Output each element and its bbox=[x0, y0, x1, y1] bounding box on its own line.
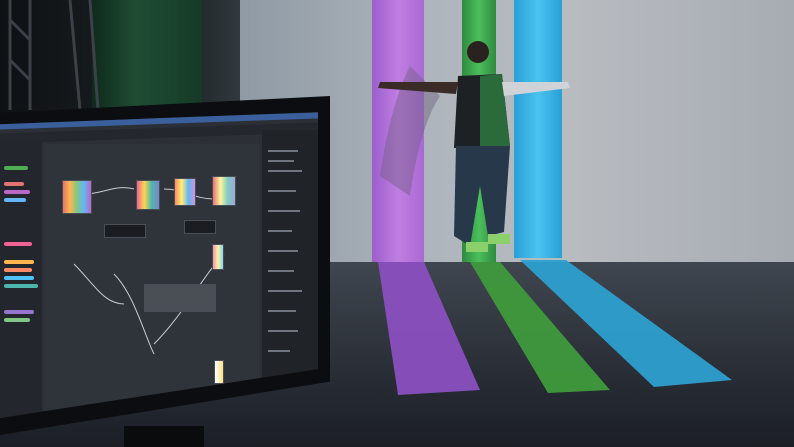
panel-row[interactable] bbox=[268, 270, 294, 272]
monitor bbox=[0, 96, 330, 447]
panel-row[interactable] bbox=[268, 290, 302, 292]
output-node[interactable] bbox=[144, 284, 216, 312]
panel-row[interactable] bbox=[268, 160, 294, 162]
sidebar-chip[interactable] bbox=[4, 260, 34, 264]
photo-scene bbox=[0, 0, 794, 447]
sidebar-chip[interactable] bbox=[4, 284, 38, 288]
sidebar-chip[interactable] bbox=[4, 310, 34, 314]
sidebar-chip[interactable] bbox=[4, 182, 24, 186]
panel-row[interactable] bbox=[268, 350, 290, 352]
monitor-stand bbox=[124, 426, 204, 447]
panel-row[interactable] bbox=[268, 330, 298, 332]
green-curtain bbox=[92, 0, 202, 110]
panel-row[interactable] bbox=[268, 190, 296, 192]
sidebar-chip[interactable] bbox=[4, 242, 32, 246]
color-node[interactable] bbox=[136, 180, 160, 210]
sidebar-chip[interactable] bbox=[4, 268, 32, 272]
color-node[interactable] bbox=[212, 176, 236, 206]
sidebar-chip[interactable] bbox=[4, 190, 30, 194]
sidebar-chip[interactable] bbox=[4, 276, 34, 280]
panel-row[interactable] bbox=[268, 310, 296, 312]
color-node[interactable] bbox=[212, 244, 224, 270]
color-node[interactable] bbox=[174, 178, 196, 206]
sidebar-chip[interactable] bbox=[4, 318, 30, 322]
panel-row[interactable] bbox=[268, 250, 298, 252]
node-graph-canvas[interactable] bbox=[44, 144, 260, 414]
processing-node[interactable] bbox=[104, 224, 146, 238]
sidebar-chip[interactable] bbox=[4, 198, 26, 202]
dancer-silhouette bbox=[378, 41, 570, 252]
processing-node[interactable] bbox=[184, 220, 216, 234]
panel-row[interactable] bbox=[268, 170, 302, 172]
software-screen bbox=[0, 112, 318, 418]
panel-row[interactable] bbox=[268, 150, 298, 152]
color-node[interactable] bbox=[214, 360, 224, 384]
panel-row[interactable] bbox=[268, 210, 300, 212]
sidebar-chip[interactable] bbox=[4, 166, 28, 170]
panel-row[interactable] bbox=[268, 230, 292, 232]
color-node[interactable] bbox=[62, 180, 92, 214]
left-sidebar bbox=[0, 142, 42, 418]
